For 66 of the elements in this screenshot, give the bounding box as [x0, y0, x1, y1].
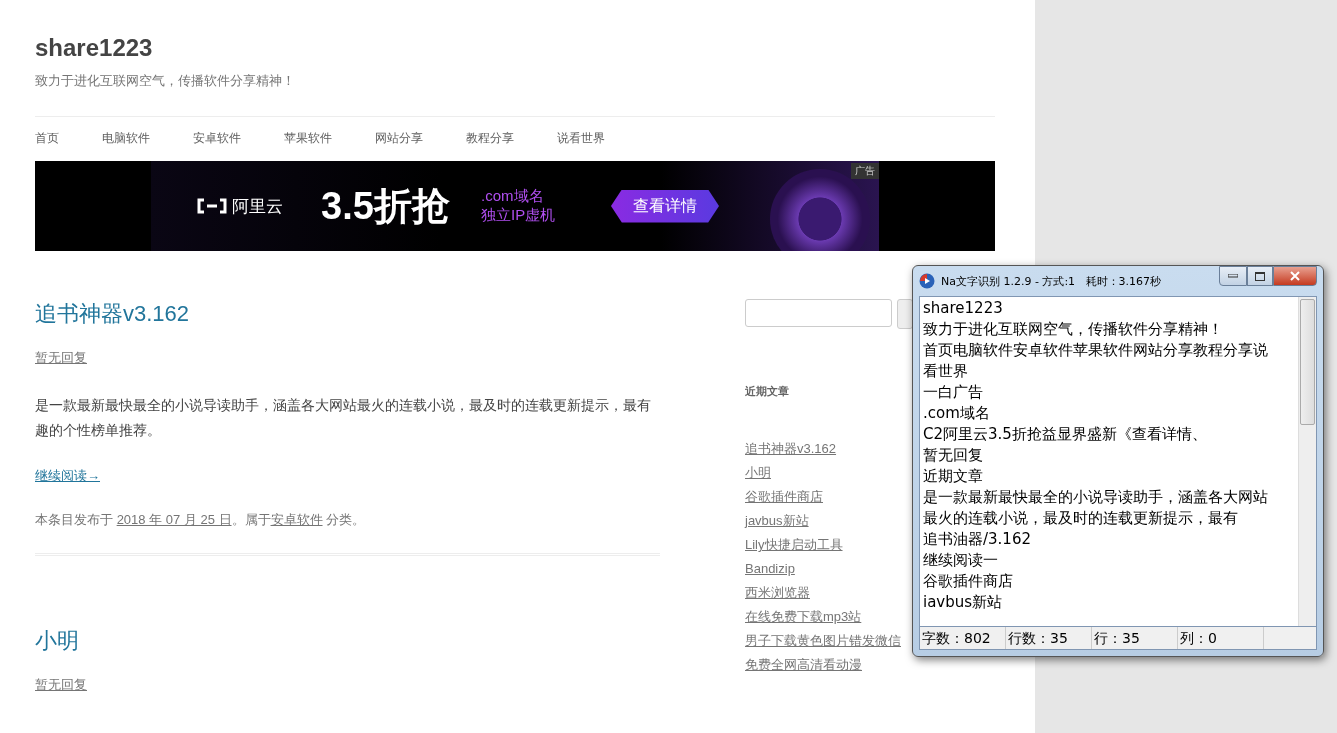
nav-link[interactable]: 网站分享	[375, 129, 423, 147]
post-excerpt: 是一款最新最快最全的小说导读助手，涵盖各大网站最火的连载小说，最及时的连载更新提示，最有趣的个性榜单推荐。	[35, 396, 652, 440]
result-line: 致力于进化互联网空气，传播软件分享精神！	[923, 319, 1224, 340]
date-link[interactable]: 2018 年 07 月 25 日	[116, 512, 232, 527]
maximize-button[interactable]	[1247, 266, 1273, 286]
result-line: 最火的连载小说，最及时的连载更新提示，最有	[923, 508, 1239, 529]
status-cell: 列：0	[1178, 627, 1264, 649]
result-line: 一白广告	[923, 382, 984, 403]
close-icon	[1290, 271, 1300, 281]
post-meta: 本条目发布于 2018 年 07 月 25 日。属于安卓软件 分类。	[35, 511, 367, 529]
site-title[interactable]: share1223	[35, 33, 995, 63]
recent-post-link[interactable]: 谷歌插件商店	[745, 489, 823, 504]
ad-text: 独立IP虚机	[481, 206, 557, 225]
ad-brand: 阿里云	[232, 195, 283, 218]
reply-link[interactable]: 暂无回复	[35, 676, 87, 694]
widget-heading: 近期文章	[745, 384, 789, 399]
result-line: 近期文章	[923, 466, 984, 487]
search-button[interactable]	[897, 299, 913, 329]
ad-badge[interactable]: 广告	[851, 163, 879, 179]
read-more-link[interactable]: 继续阅读→	[35, 467, 100, 485]
recent-post-link[interactable]: 小明	[745, 465, 771, 480]
search-field[interactable]	[745, 299, 892, 327]
ad-button[interactable]: 查看详情	[611, 189, 719, 223]
result-line: share1223	[923, 298, 1004, 319]
post-title[interactable]: 小明	[35, 626, 660, 656]
ad-banner[interactable]: 阿里云 3.5折抢 .com域名 独立IP虚机 查看详情 广告	[35, 161, 995, 251]
category-link[interactable]: 安卓软件	[270, 512, 323, 527]
nav-link[interactable]: 安卓软件	[193, 129, 241, 147]
status-cell: 行数：35	[1006, 627, 1092, 649]
recent-post-link[interactable]: 西米浏览器	[745, 585, 810, 600]
nav-link[interactable]: 电脑软件	[102, 129, 150, 147]
nav-link[interactable]: 教程分享	[466, 129, 514, 147]
ad-text: .com域名	[481, 187, 545, 206]
recent-post-link[interactable]: 男子下载黄色图片错发微信	[745, 633, 901, 648]
recent-post-link[interactable]: 在线免费下载mp3站	[745, 609, 862, 624]
scrollbar[interactable]	[1298, 297, 1316, 626]
app-icon	[919, 273, 935, 289]
nav-link[interactable]: 说看世界	[557, 129, 605, 147]
recent-post-link[interactable]: 免费全网高清看动漫	[745, 657, 862, 672]
result-line: 继续阅读一	[923, 550, 999, 571]
site-tagline: 致力于进化互联网空气，传播软件分享精神！	[35, 72, 296, 90]
window-title: Na文字识别 1.2.9 - 方式:1 耗时：3.167秒	[941, 273, 1163, 289]
result-line: iavbus新站	[923, 592, 1004, 613]
reply-link[interactable]: 暂无回复	[35, 349, 87, 367]
post-title[interactable]: 追书神器v3.162	[35, 299, 660, 329]
result-line: C2阿里云3.5折抢益显界盛新《查看详情、	[923, 424, 1208, 445]
nav-link[interactable]: 苹果软件	[284, 129, 332, 147]
nav-link[interactable]: 首页	[35, 129, 59, 147]
result-line: 是一款最新最快最全的小说导读助手，涵盖各大网站	[923, 487, 1269, 508]
cloud-logo-icon	[196, 198, 228, 214]
recent-post-link[interactable]: javbus新站	[745, 513, 809, 528]
recent-post-link[interactable]: 追书神器v3.162	[745, 441, 837, 456]
ad-headline: 3.5折抢	[321, 183, 451, 229]
maximize-icon	[1255, 271, 1265, 281]
status-cell: 字数：802	[920, 627, 1006, 649]
result-line: 谷歌插件商店	[923, 571, 1014, 592]
result-line: .com域名	[923, 403, 991, 424]
result-line: 看世界	[923, 361, 969, 382]
minimize-icon	[1228, 274, 1238, 278]
recent-post-link[interactable]: Lily快捷启动工具	[745, 537, 843, 552]
result-line: 追书油器/3.162	[923, 529, 1032, 550]
result-line: 首页电脑软件安卓软件苹果软件网站分享教程分享说	[923, 340, 1269, 361]
close-button[interactable]	[1273, 266, 1317, 286]
result-line: 暂无回复	[923, 445, 984, 466]
recent-post-link[interactable]: Bandizip	[745, 561, 795, 576]
status-cell: 行：35	[1092, 627, 1178, 649]
